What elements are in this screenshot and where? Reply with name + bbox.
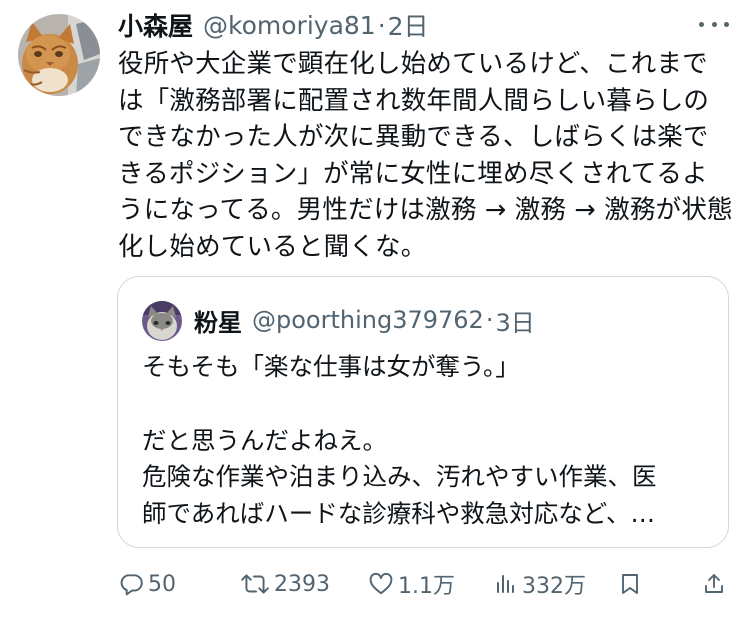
quoted-tweet[interactable]: 粉星 @poorthing379762 · 3日 そもそも「楽な仕事は女が奪う。… xyxy=(117,276,729,548)
quoted-author-avatar xyxy=(142,301,182,341)
more-dot-icon xyxy=(699,21,704,27)
quoted-cat-avatar-image xyxy=(142,301,182,341)
reply-button[interactable]: 50 xyxy=(118,566,176,602)
separator-dot: · xyxy=(377,10,386,40)
quoted-author-name: 粉星 xyxy=(194,308,242,337)
views-button[interactable]: 332万 xyxy=(494,566,586,602)
reply-count: 50 xyxy=(148,571,176,597)
tweet-text: 役所や大企業で顕在化し始めているけど、これまで は「激務部署に配置され数年間人間… xyxy=(118,49,733,262)
like-count: 1.1万 xyxy=(398,574,455,599)
author-avatar[interactable] xyxy=(18,14,100,96)
bookmark-icon xyxy=(622,574,638,594)
views-icon xyxy=(497,575,514,593)
quoted-author-handle: @poorthing379762 xyxy=(252,306,484,334)
quoted-tweet-text: そもそも「楽な仕事は女が奪う。」 だと思うんだよねえ。 危険な作業や泊まり込み、… xyxy=(142,352,657,529)
cat-avatar-image xyxy=(18,14,100,96)
share-button[interactable] xyxy=(702,566,726,602)
retweet-button[interactable]: 2393 xyxy=(240,566,330,602)
author-handle[interactable]: @komoriya81 xyxy=(203,11,376,40)
retweet-count: 2393 xyxy=(274,571,330,597)
more-options-button[interactable] xyxy=(699,14,729,34)
separator-dot: · xyxy=(485,306,494,334)
reply-icon xyxy=(120,574,143,596)
tweet-header: 小森屋 @komoriya81 · 2日 xyxy=(118,8,429,42)
action-bar: 50 2393 1.1万 332万 xyxy=(118,566,738,602)
bookmark-button[interactable] xyxy=(618,566,642,602)
like-button[interactable]: 1.1万 xyxy=(368,566,455,602)
more-dot-icon xyxy=(711,21,717,27)
quoted-tweet-header: 粉星 @poorthing379762 · 3日 xyxy=(194,303,535,337)
heart-icon xyxy=(369,572,393,595)
tweet[interactable]: 小森屋 @komoriya81 · 2日 役所や大企業で顕在化し始めているけど、… xyxy=(0,0,749,628)
views-count: 332万 xyxy=(522,574,586,599)
tweet-timestamp[interactable]: 2日 xyxy=(388,7,429,43)
share-icon xyxy=(705,574,723,593)
retweet-icon xyxy=(241,574,269,594)
author-name[interactable]: 小森屋 xyxy=(118,7,193,43)
more-dot-icon xyxy=(724,21,729,27)
quoted-tweet-timestamp: 3日 xyxy=(495,308,535,337)
